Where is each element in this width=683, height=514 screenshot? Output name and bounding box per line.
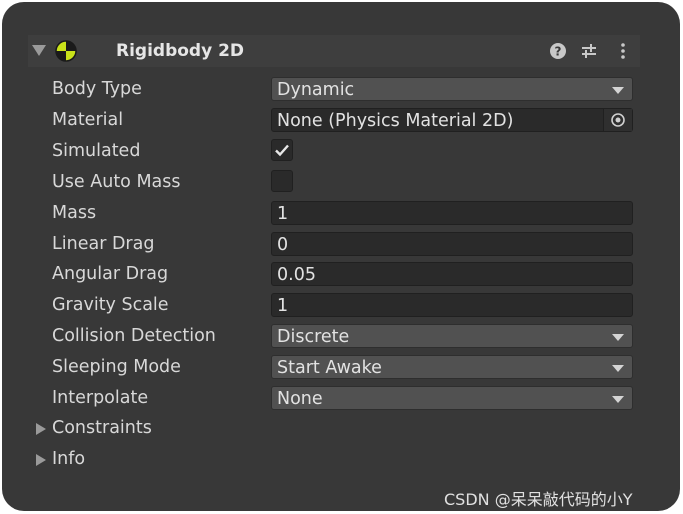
material-object-field[interactable]: None (Physics Material 2D) [271, 108, 633, 132]
use-auto-mass-row: Use Auto Mass [2, 168, 680, 196]
mass-label: Mass [52, 203, 97, 223]
material-label: Material [52, 110, 124, 130]
linear-drag-input[interactable]: 0 [271, 232, 633, 256]
linear-drag-row: Linear Drag 0 [2, 230, 680, 258]
collision-detection-row: Collision Detection Discrete [2, 322, 680, 350]
body-type-dropdown[interactable]: Dynamic [271, 77, 633, 101]
help-icon[interactable]: ? [549, 42, 567, 60]
dropdown-arrow-icon [612, 396, 624, 403]
angular-drag-input[interactable]: 0.05 [271, 262, 633, 286]
constraints-label: Constraints [52, 418, 152, 438]
object-picker-button[interactable] [603, 109, 632, 131]
checkmark-icon [275, 144, 289, 157]
simulated-checkbox[interactable] [271, 139, 293, 161]
foldout-expanded-icon[interactable] [32, 45, 46, 56]
sleeping-mode-row: Sleeping Mode Start Awake [2, 353, 680, 381]
angular-drag-row: Angular Drag 0.05 [2, 260, 680, 288]
body-type-row: Body Type Dynamic [2, 75, 680, 103]
collision-detection-label: Collision Detection [52, 326, 216, 346]
preset-icon[interactable] [580, 42, 598, 60]
foldout-collapsed-icon[interactable] [36, 423, 46, 435]
interpolate-label: Interpolate [52, 388, 149, 408]
collision-detection-value: Discrete [277, 327, 350, 347]
use-auto-mass-checkbox[interactable] [271, 170, 293, 192]
interpolate-value: None [277, 389, 323, 409]
component-title: Rigidbody 2D [116, 41, 245, 61]
rigidbody-icon [55, 40, 77, 62]
simulated-label: Simulated [52, 141, 141, 161]
svg-text:?: ? [555, 45, 562, 59]
sleeping-mode-label: Sleeping Mode [52, 357, 181, 377]
interpolate-row: Interpolate None [2, 384, 680, 412]
info-foldout[interactable]: Info [2, 445, 680, 473]
sleeping-mode-dropdown[interactable]: Start Awake [271, 355, 633, 379]
foldout-collapsed-icon[interactable] [36, 454, 46, 466]
linear-drag-label: Linear Drag [52, 234, 155, 254]
gravity-scale-label: Gravity Scale [52, 295, 169, 315]
dropdown-arrow-icon [612, 365, 624, 372]
body-type-label: Body Type [52, 79, 142, 99]
material-value: None (Physics Material 2D) [277, 111, 514, 131]
constraints-foldout[interactable]: Constraints [2, 414, 680, 442]
info-label: Info [52, 449, 86, 469]
target-icon [611, 113, 625, 127]
use-auto-mass-label: Use Auto Mass [52, 172, 181, 192]
gravity-scale-row: Gravity Scale 1 [2, 291, 680, 319]
material-row: Material None (Physics Material 2D) [2, 106, 680, 134]
inspector-panel: Rigidbody 2D ? Body Type Dynamic Materia… [2, 2, 680, 511]
simulated-row: Simulated [2, 137, 680, 165]
context-menu-icon[interactable] [614, 42, 632, 60]
interpolate-dropdown[interactable]: None [271, 386, 633, 410]
body-type-value: Dynamic [277, 80, 355, 100]
watermark: CSDN @呆呆敲代码的小Y [444, 490, 633, 509]
dropdown-arrow-icon [612, 87, 624, 94]
sleeping-mode-value: Start Awake [277, 358, 382, 378]
mass-row: Mass 1 [2, 199, 680, 227]
mass-input[interactable]: 1 [271, 201, 633, 225]
dropdown-arrow-icon [612, 334, 624, 341]
gravity-scale-input[interactable]: 1 [271, 293, 633, 317]
angular-drag-label: Angular Drag [52, 264, 169, 284]
collision-detection-dropdown[interactable]: Discrete [271, 324, 633, 348]
component-header[interactable]: Rigidbody 2D ? [28, 35, 640, 67]
